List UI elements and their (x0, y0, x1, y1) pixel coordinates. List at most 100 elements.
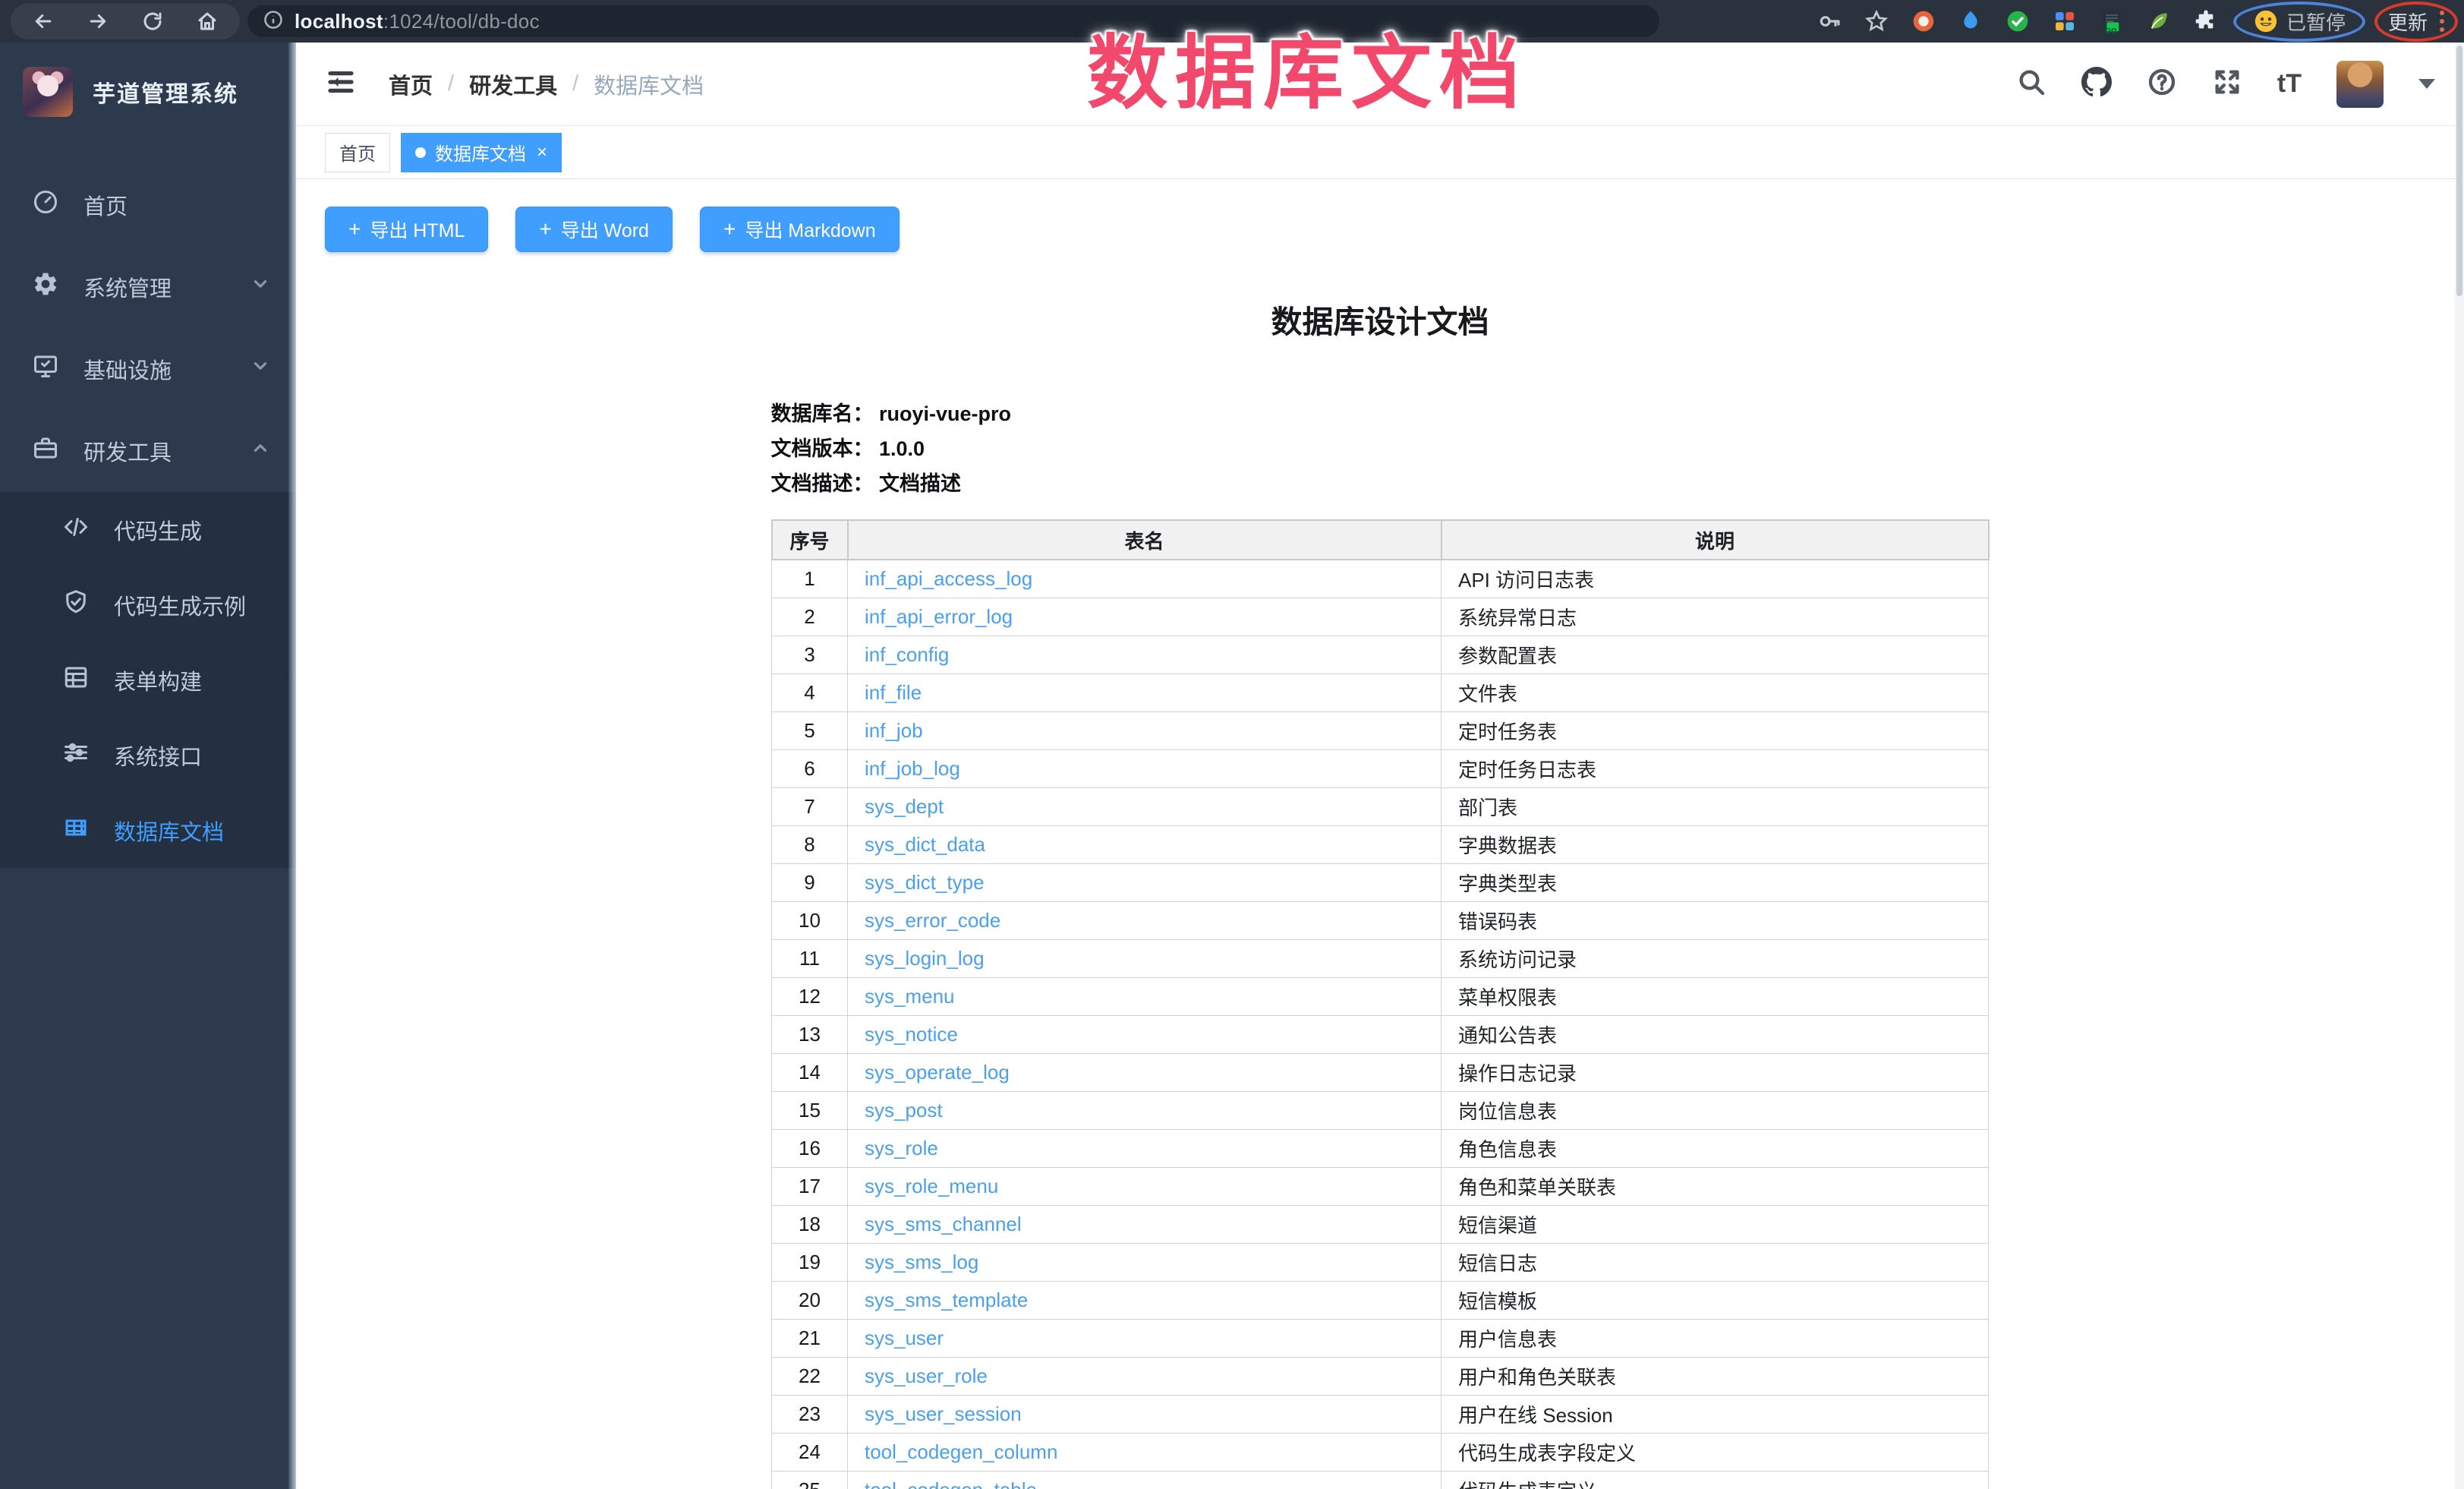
export-html-label: 导出 HTML (370, 216, 465, 243)
scrollbar-thumb[interactable] (2456, 46, 2462, 296)
table-desc-cell: 字典类型表 (1442, 863, 1989, 901)
extension-check-icon[interactable] (2004, 8, 2031, 35)
sidebar-item-system[interactable]: 系统管理 (0, 246, 296, 328)
table-name-link[interactable]: tool_codegen_column (865, 1440, 1057, 1463)
table-name-link[interactable]: sys_login_log (865, 947, 985, 970)
table-name-link[interactable]: sys_menu (865, 985, 955, 1008)
sidebar-item-label: 系统接口 (114, 740, 202, 771)
tag-label: 首页 (339, 139, 376, 166)
extension-grid-icon[interactable] (2051, 8, 2078, 35)
table-name-cell: sys_dict_data (848, 825, 1442, 863)
caret-down-icon[interactable] (2418, 79, 2435, 89)
breadcrumb-devtools[interactable]: 研发工具 (469, 68, 557, 100)
row-number: 7 (772, 787, 848, 825)
reload-button[interactable] (128, 5, 178, 38)
forward-button[interactable] (73, 5, 123, 38)
sidebar-item-codegen-demo[interactable]: 代码生成示例 (0, 567, 296, 642)
table-name-link[interactable]: sys_error_code (865, 909, 1000, 932)
col-header-name: 表名 (848, 520, 1442, 560)
extension-on-icon[interactable]: on (2098, 8, 2125, 35)
table-name-link[interactable]: sys_role (865, 1137, 938, 1159)
table-name-link[interactable]: sys_user_session (865, 1402, 1022, 1425)
document-title: 数据库设计文档 (771, 296, 1990, 342)
user-avatar[interactable] (2336, 61, 2384, 108)
sidebar-item-home[interactable]: 首页 (0, 164, 296, 246)
browser-menu-icon[interactable] (2440, 11, 2444, 32)
sidebar-item-form-builder[interactable]: 表单构建 (0, 642, 296, 718)
search-icon[interactable] (2016, 67, 2047, 101)
table-desc-cell: 代码生成表定义 (1442, 1471, 1989, 1489)
extensions-puzzle-icon[interactable] (2192, 8, 2220, 35)
font-size-icon[interactable]: tT (2277, 69, 2302, 99)
table-name-link[interactable]: sys_operate_log (865, 1061, 1010, 1084)
table-name-cell: sys_dept (848, 787, 1442, 825)
tag-db-doc[interactable]: 数据库文档 × (401, 133, 562, 172)
bookmark-star-icon[interactable] (1863, 8, 1890, 35)
table-name-link[interactable]: sys_dept (865, 795, 944, 818)
table-name-link[interactable]: inf_file (865, 681, 922, 704)
table-row: 4 inf_file 文件表 (772, 674, 1989, 711)
home-button[interactable] (182, 5, 232, 38)
url-text: localhost:1024/tool/db-doc (295, 10, 540, 33)
app-logo-row[interactable]: 芋道管理系统 (0, 43, 296, 141)
fullscreen-icon[interactable] (2212, 67, 2242, 101)
export-markdown-button[interactable]: + 导出 Markdown (700, 207, 900, 252)
breadcrumb-home[interactable]: 首页 (389, 68, 433, 100)
paused-badge-label: 已暂停 (2286, 8, 2346, 36)
table-name-link[interactable]: sys_dict_type (865, 871, 985, 894)
paused-extension-badge[interactable]: 已暂停 (2239, 5, 2359, 39)
browser-update-button[interactable]: 更新 (2379, 5, 2453, 39)
key-icon[interactable] (1816, 8, 1843, 35)
table-name-cell: sys_notice (848, 1015, 1442, 1053)
table-name-link[interactable]: sys_sms_channel (865, 1213, 1022, 1235)
back-button[interactable] (18, 5, 68, 38)
extension-leaf-icon[interactable] (2145, 8, 2173, 35)
table-name-link[interactable]: inf_api_access_log (865, 567, 1032, 590)
table-row: 1 inf_api_access_log API 访问日志表 (772, 560, 1989, 598)
table-desc-cell: 操作日志记录 (1442, 1053, 1989, 1091)
table-desc-cell: 文件表 (1442, 674, 1989, 711)
sidebar-scrollbar[interactable] (288, 43, 296, 1489)
table-name-link[interactable]: sys_post (865, 1099, 943, 1121)
table-name-link[interactable]: sys_sms_template (865, 1289, 1028, 1311)
form-builder-icon (62, 664, 90, 697)
close-icon[interactable]: × (537, 142, 547, 163)
export-word-button[interactable]: + 导出 Word (515, 207, 673, 252)
table-name-link[interactable]: tool_codegen_table (865, 1478, 1037, 1489)
table-name-link[interactable]: sys_sms_log (865, 1251, 978, 1273)
export-html-button[interactable]: + 导出 HTML (325, 207, 488, 252)
row-number: 5 (772, 711, 848, 749)
tag-home[interactable]: 首页 (325, 133, 390, 172)
table-name-link[interactable]: sys_notice (865, 1023, 958, 1046)
table-grid-icon (62, 814, 90, 847)
table-name-link[interactable]: inf_api_error_log (865, 605, 1013, 628)
github-icon[interactable] (2081, 67, 2112, 101)
sidebar-item-db-doc[interactable]: 数据库文档 (0, 793, 296, 868)
plus-icon: + (539, 217, 551, 241)
help-icon[interactable] (2147, 67, 2177, 101)
table-name-link[interactable]: inf_job (865, 719, 923, 742)
table-desc-cell: 系统异常日志 (1442, 598, 1989, 636)
sidebar-item-infrastructure[interactable]: 基础设施 (0, 328, 296, 410)
table-name-link[interactable]: sys_user_role (865, 1364, 988, 1387)
chevron-down-icon (250, 274, 270, 300)
table-name-link[interactable]: inf_config (865, 643, 949, 666)
table-row: 20 sys_sms_template 短信模板 (772, 1281, 1989, 1319)
page-scrollbar[interactable] (2455, 43, 2464, 1489)
toolbox-icon (32, 434, 59, 468)
site-info-icon[interactable] (263, 9, 284, 34)
extension-orange-icon[interactable] (1910, 8, 1937, 35)
app-title: 芋道管理系统 (93, 75, 238, 109)
sidebar-item-devtools[interactable]: 研发工具 (0, 410, 296, 492)
table-name-link[interactable]: sys_role_menu (865, 1175, 998, 1197)
devtools-submenu: 代码生成 代码生成示例 表单构建 系统接口 (0, 492, 296, 868)
table-name-link[interactable]: sys_user (865, 1327, 944, 1349)
sidebar-item-system-api[interactable]: 系统接口 (0, 718, 296, 793)
sidebar-collapse-icon[interactable] (325, 66, 357, 102)
sidebar-item-codegen[interactable]: 代码生成 (0, 492, 296, 567)
table-name-link[interactable]: sys_dict_data (865, 833, 985, 856)
code-icon (62, 513, 90, 547)
extension-pin-icon[interactable] (1957, 8, 1984, 35)
table-name-link[interactable]: inf_job_log (865, 757, 960, 780)
sidebar-item-label: 表单构建 (114, 664, 202, 696)
